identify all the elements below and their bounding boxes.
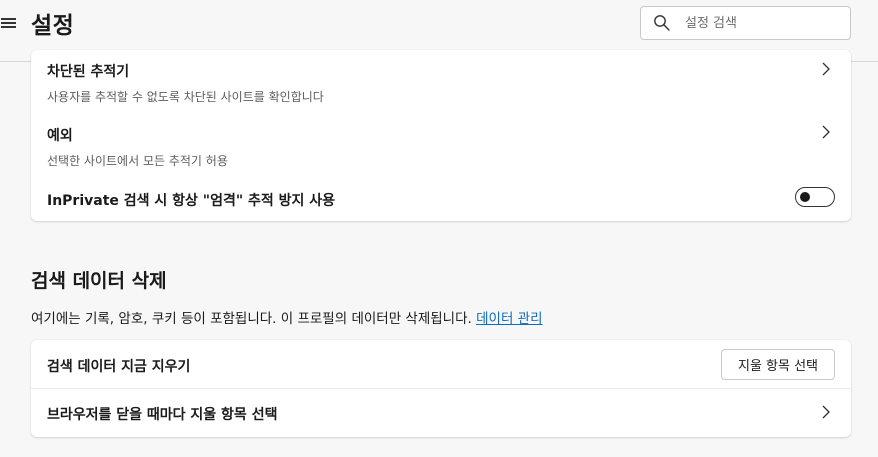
tracking-prevention-card: 차단된 추적기 사용자를 추적할 수 없도록 차단된 사이트를 확인합니다 예외… [31,50,851,221]
chevron-right-icon [822,405,830,419]
clear-on-close-row[interactable]: 브라우저를 닫을 때마다 지울 항목 선택 [31,389,851,437]
clear-now-row: 검색 데이터 지금 지우기 지울 항목 선택 [31,340,851,388]
clear-data-card: 검색 데이터 지금 지우기 지울 항목 선택 브라우저를 닫을 때마다 지울 항… [31,340,851,437]
clear-data-description-text: 여기에는 기록, 암호, 쿠키 등이 포함됩니다. 이 프로필의 데이터만 삭제… [31,311,472,327]
blocked-trackers-title: 차단된 추적기 [47,64,130,80]
choose-what-to-clear-button[interactable]: 지울 항목 선택 [721,349,835,380]
clear-on-close-title: 브라우저를 닫을 때마다 지울 항목 선택 [47,407,278,423]
inprivate-strict-label: InPrivate 검색 시 항상 "엄격" 추적 방지 사용 [47,193,336,209]
toggle-knob [800,192,810,202]
clear-data-description: 여기에는 기록, 암호, 쿠키 등이 포함됩니다. 이 프로필의 데이터만 삭제… [31,307,543,327]
exceptions-title: 예외 [47,128,73,144]
settings-search-box[interactable] [640,6,851,40]
page-title: 설정 [31,13,75,39]
search-icon [654,15,670,31]
clear-data-section-title: 검색 데이터 삭제 [31,270,167,292]
exceptions-row[interactable]: 예외 선택한 사이트에서 모든 추적기 허용 [31,112,851,174]
blocked-trackers-row[interactable]: 차단된 추적기 사용자를 추적할 수 없도록 차단된 사이트를 확인합니다 [31,50,851,112]
chevron-right-icon [822,125,830,139]
exceptions-description: 선택한 사이트에서 모든 추적기 허용 [47,154,228,168]
chevron-right-icon [822,62,830,76]
blocked-trackers-description: 사용자를 추적할 수 없도록 차단된 사이트를 확인합니다 [47,90,324,104]
manage-data-link[interactable]: 데이터 관리 [476,311,542,327]
clear-now-title: 검색 데이터 지금 지우기 [47,359,191,375]
hamburger-menu-icon[interactable] [0,16,18,30]
search-input[interactable] [685,13,843,33]
inprivate-strict-toggle[interactable] [795,187,835,207]
